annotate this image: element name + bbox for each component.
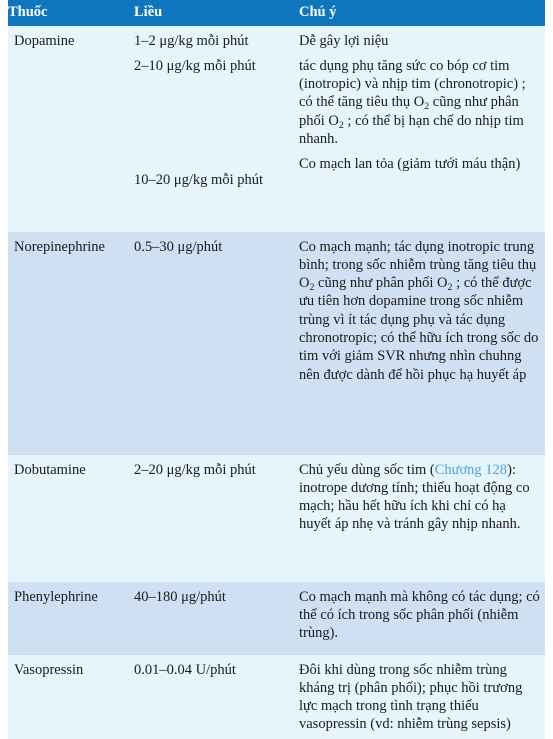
dose-cell: 40–180 μg/phút [134,582,299,655]
vasopressor-table: Thuốc Liều Chú ý Dopamine 1–2 μg/kg mỗi p… [8,0,545,739]
drug-name-cell: Dobutamine [8,455,134,582]
dose-list: 0.5–30 μg/phút [134,232,299,263]
note-list: Dễ gây lợi niệu tác dụng phụ tăng sức co … [299,26,541,181]
drug-name-text: Phenylephrine [14,588,98,605]
note-paragraph: Co mạch lan tỏa (giảm tưới máu thận) [299,155,541,173]
table-row: Norepinephrine 0.5–30 μg/phút Co mạch mạnh… [8,231,545,455]
dose-cell: 0.01–0.04 U/phút [134,655,299,739]
note-text-run: Đôi khi dùng trong sốc nhiễm trùng kháng… [299,661,523,733]
note-cell: Đôi khi dùng trong sốc nhiễm trùng kháng… [299,655,545,739]
note-paragraph: Co mạch mạnh mà không có tác dụng; có th… [299,588,541,643]
drug-name-text: Norepinephrine [14,238,105,255]
note-cell: Dễ gây lợi niệu tác dụng phụ tăng sức co … [299,26,545,232]
table-body: Dopamine 1–2 μg/kg mỗi phút 2–10 μg/kg mỗi… [8,25,545,739]
note-list: Chủ yếu dùng sốc tim (Chương 128): inotr… [299,455,541,541]
dose-value: 2–20 μg/kg mỗi phút [134,461,256,478]
dose-value: 0.01–0.04 U/phút [134,661,236,678]
note-cell: Co mạch mạnh mà không có tác dụng; có th… [299,582,545,655]
note-text-run: cũng như phân phối O [314,275,448,292]
dose-list: 1–2 μg/kg mỗi phút 2–10 μg/kg mỗi phút 10–… [134,26,299,197]
note-paragraph: Dễ gây lợi niệu [299,32,541,50]
note-text-run: Chủ yếu dùng sốc tim ( [299,461,435,478]
drug-name-cell: Dopamine [8,26,134,232]
note-paragraph: Đôi khi dùng trong sốc nhiễm trùng kháng… [299,661,541,734]
dose-cell: 0.5–30 μg/phút [134,232,299,455]
note-paragraph: Chủ yếu dùng sốc tim (Chương 128): inotr… [299,461,541,534]
column-header-note: Chú ý [299,4,337,20]
dose-list: 0.01–0.04 U/phút [134,655,299,686]
note-paragraph: tác dụng phụ tăng sức co bóp cơ tim (ino… [299,57,541,148]
column-header-dose: Liều [134,4,163,20]
table-row: Vasopressin 0.01–0.04 U/phút Đôi khi dùng … [8,654,545,739]
dose-value: 10–20 μg/kg mỗi phút [134,172,264,189]
table-header-row: Thuốc Liều Chú ý [8,0,545,26]
dose-value: 2–10 μg/kg mỗi phút [134,57,256,74]
table-row: Dobutamine 2–20 μg/kg mỗi phút Chủ yếu dùn… [8,454,545,582]
note-list: Co mạch mạnh; tác dụng inotropic trung b… [299,232,541,391]
table-row: Dopamine 1–2 μg/kg mỗi phút 2–10 μg/kg mỗi… [8,25,545,232]
drug-name-cell: Vasopressin [8,655,134,739]
note-list: Đôi khi dùng trong sốc nhiễm trùng kháng… [299,655,541,739]
note-text-run: Co mạch lan tỏa (giảm tưới máu thận) [299,156,521,173]
dose-value: 0.5–30 μg/phút [134,238,223,255]
note-cell: Chủ yếu dùng sốc tim (Chương 128): inotr… [299,455,545,582]
chapter-cross-reference-link[interactable]: Chương 128 [435,462,507,478]
dose-list: 40–180 μg/phút [134,582,299,613]
dose-value: 40–180 μg/phút [134,588,226,605]
drug-name-text: Dobutamine [14,461,86,478]
dose-cell: 1–2 μg/kg mỗi phút 2–10 μg/kg mỗi phút 10–… [134,26,299,232]
note-paragraph: Co mạch mạnh; tác dụng inotropic trung b… [299,238,541,384]
note-text-run: Dễ gây lợi niệu [299,32,389,49]
dose-cell: 2–20 μg/kg mỗi phút [134,455,299,582]
note-text-run: ; có thể được ưu tiên hơn dopamine trong… [299,275,539,383]
note-cell: Co mạch mạnh; tác dụng inotropic trung b… [299,232,545,455]
note-list: Co mạch mạnh mà không có tác dụng; có th… [299,582,541,650]
dose-list: 2–20 μg/kg mỗi phút [134,455,299,486]
column-header-drug: Thuốc [8,4,48,20]
drug-name-text: Dopamine [14,32,75,49]
drug-name-cell: Phenylephrine [8,582,134,655]
drug-name-cell: Norepinephrine [8,232,134,455]
note-text-run: Co mạch mạnh mà không có tác dụng; có th… [299,588,540,642]
table-row: Phenylephrine 40–180 μg/phút Co mạch mạnh … [8,581,545,655]
table-header: Thuốc Liều Chú ý [8,0,545,26]
page-root: Thuốc Liều Chú ý Dopamine 1–2 μg/kg mỗi p… [0,0,553,739]
dose-value: 1–2 μg/kg mỗi phút [134,32,249,49]
drug-name-text: Vasopressin [14,661,84,678]
